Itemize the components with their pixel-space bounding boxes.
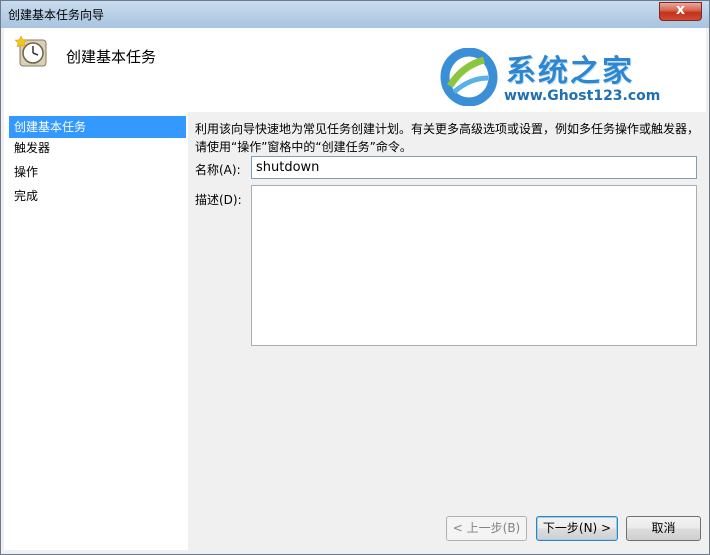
- nav-item-trigger[interactable]: 触发器: [9, 137, 186, 159]
- title-bar[interactable]: 创建基本任务向导 x: [1, 1, 709, 28]
- cancel-button[interactable]: 取消: [626, 516, 701, 541]
- next-button[interactable]: 下一步(N) >: [536, 516, 618, 541]
- nav-item-finish[interactable]: 完成: [9, 185, 186, 207]
- nav-item-create-basic-task[interactable]: 创建基本任务: [9, 116, 186, 138]
- nav-item-action[interactable]: 操作: [9, 161, 186, 183]
- watermark-logo: 系统之家 www.Ghost123.com: [440, 46, 700, 108]
- wizard-header: 创建基本任务 系统之家 www.Ghost123.com: [4, 28, 706, 112]
- close-button[interactable]: x: [659, 2, 702, 21]
- close-icon: x: [675, 2, 686, 18]
- ghost-logo-icon: [440, 48, 498, 106]
- window-title: 创建基本任务向导: [8, 8, 105, 22]
- back-button[interactable]: < 上一步(B): [446, 516, 527, 541]
- wizard-steps-nav: 创建基本任务 触发器 操作 完成: [4, 112, 188, 550]
- page-title: 创建基本任务: [66, 48, 157, 66]
- scheduled-task-clock-icon: [15, 35, 47, 67]
- name-input[interactable]: [251, 156, 697, 179]
- wizard-window: 创建基本任务向导 x 创建基本任务 系统之家 www.Ghost123.com …: [0, 0, 710, 555]
- name-label: 名称(A):: [195, 163, 241, 177]
- watermark-url: www.Ghost123.com: [504, 88, 661, 104]
- description-label: 描述(D):: [195, 193, 242, 207]
- wizard-description: 利用该向导快速地为常见任务创建计划。有关更多高级选项或设置，例如多任务操作或触发…: [195, 122, 700, 154]
- watermark-text: 系统之家: [506, 54, 634, 89]
- description-textarea[interactable]: [251, 185, 697, 346]
